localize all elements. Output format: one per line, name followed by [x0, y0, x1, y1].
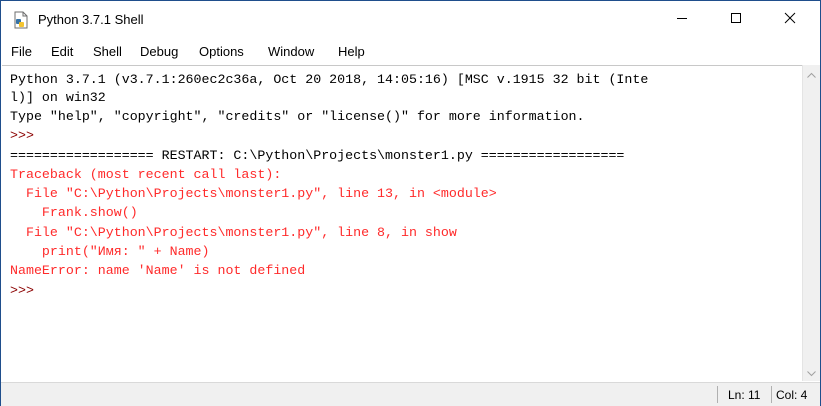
menu-window[interactable]: Window [268, 44, 314, 59]
shell-prompt: >>> [10, 283, 34, 298]
scroll-down-arrow-icon [807, 364, 816, 382]
title-bar[interactable]: Python 3.7.1 Shell [1, 1, 820, 39]
window-title: Python 3.7.1 Shell [38, 12, 144, 27]
traceback-line: Frank.show() [10, 205, 138, 220]
restart-banner: ================== RESTART: C:\Python\Pr… [10, 148, 625, 163]
status-separator [717, 386, 718, 403]
menu-options[interactable]: Options [199, 44, 244, 59]
maximize-button[interactable] [713, 1, 759, 39]
status-separator [771, 386, 772, 403]
shell-prompt: >>> [10, 128, 34, 143]
shell-line: Type "help", "copyright", "credits" or "… [10, 109, 585, 124]
minimize-icon [676, 11, 688, 29]
shell-text-area[interactable]: Python 3.7.1 (v3.7.1:260ec2c36a, Oct 20 … [2, 65, 802, 382]
traceback-line: File "C:\Python\Projects\monster1.py", l… [10, 225, 457, 240]
close-button[interactable] [767, 1, 813, 39]
scroll-up-arrow-icon [807, 65, 816, 83]
close-icon [784, 11, 796, 29]
maximize-icon [730, 11, 742, 29]
cursor-line: Ln: 11 [728, 388, 761, 402]
idle-shell-window: Python 3.7.1 Shell File Edit Shell Debug… [0, 0, 821, 406]
menu-help[interactable]: Help [338, 44, 365, 59]
scroll-up-button[interactable] [803, 65, 820, 82]
menu-file[interactable]: File [11, 44, 32, 59]
shell-line: l)] on win32 [10, 90, 106, 105]
traceback-line: Traceback (most recent call last): [10, 167, 282, 182]
vertical-scrollbar[interactable] [802, 65, 820, 381]
menu-edit[interactable]: Edit [51, 44, 73, 59]
menu-shell[interactable]: Shell [93, 44, 122, 59]
menu-bar: File Edit Shell Debug Options Window Hel… [1, 39, 820, 65]
menu-debug[interactable]: Debug [140, 44, 178, 59]
status-bar: Ln: 11 Col: 4 [1, 382, 820, 406]
cursor-column: Col: 4 [776, 388, 808, 402]
error-message: NameError: name 'Name' is not defined [10, 263, 306, 278]
traceback-line: print("Имя: " + Name) [10, 244, 210, 259]
minimize-button[interactable] [659, 1, 705, 39]
shell-line: Python 3.7.1 (v3.7.1:260ec2c36a, Oct 20 … [10, 72, 649, 87]
scroll-down-button[interactable] [803, 364, 820, 381]
python-idle-icon [12, 11, 30, 29]
traceback-line: File "C:\Python\Projects\monster1.py", l… [10, 186, 497, 201]
